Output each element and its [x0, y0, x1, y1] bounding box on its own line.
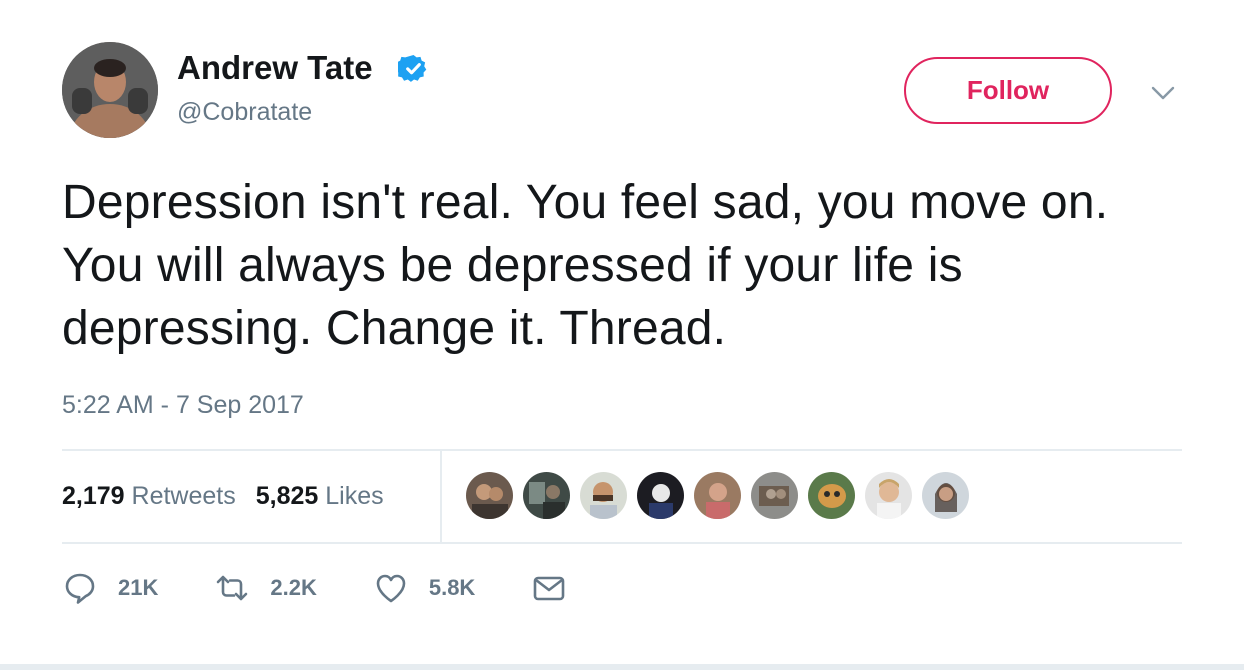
- liker-avatar[interactable]: [580, 472, 627, 519]
- likes-count: 5,825: [255, 481, 319, 510]
- liker-avatars: [466, 472, 979, 520]
- card-bottom-border: [0, 664, 1244, 670]
- liker-avatar[interactable]: [694, 472, 741, 519]
- verified-badge-icon: [398, 54, 427, 82]
- tweet-timestamp[interactable]: 5:22 AM - 7 Sep 2017: [62, 390, 304, 420]
- heart-icon: [376, 574, 406, 603]
- liker-avatar[interactable]: [865, 472, 912, 519]
- retweets-label: Retweets: [131, 481, 236, 510]
- like-count: 5.8K: [428, 575, 476, 600]
- retweet-icon: [217, 575, 248, 601]
- retweet-count: 2.2K: [270, 575, 317, 600]
- retweets-count: 2,179: [62, 481, 125, 510]
- liker-avatar[interactable]: [922, 472, 969, 519]
- message-icon: [534, 576, 565, 601]
- liker-avatar[interactable]: [808, 472, 855, 519]
- follow-button[interactable]: Follow: [904, 57, 1112, 124]
- stats-separator: [440, 450, 442, 542]
- retweet-action[interactable]: 2.2K: [214, 570, 317, 606]
- tweet-text: Depression isn't real. You feel sad, you…: [62, 176, 1109, 355]
- likes-stat[interactable]: 5,825 Likes: [256, 482, 384, 511]
- author-avatar[interactable]: [62, 42, 158, 138]
- direct-message-action[interactable]: [531, 570, 587, 606]
- reply-count: 21K: [118, 575, 159, 600]
- tweet-stats: 2,179 Retweets 5,825 Likes: [62, 450, 404, 542]
- author-display-name[interactable]: Andrew Tate: [177, 48, 373, 88]
- like-action[interactable]: 5.8K: [373, 570, 475, 606]
- tweet-actions: 21K 2.2K 5.8K: [62, 568, 643, 608]
- reply-icon: [65, 573, 95, 604]
- liker-avatar[interactable]: [751, 472, 798, 519]
- liker-avatar[interactable]: [637, 472, 684, 519]
- retweets-stat[interactable]: 2,179 Retweets: [62, 482, 236, 511]
- liker-avatar[interactable]: [466, 472, 513, 519]
- divider: [62, 542, 1182, 544]
- tweet-card: Andrew Tate @Cobratate Follow Depression…: [0, 0, 1244, 670]
- chevron-down-icon[interactable]: [1148, 78, 1178, 108]
- likes-label: Likes: [325, 481, 384, 510]
- author-handle[interactable]: @Cobratate: [177, 97, 312, 127]
- liker-avatar[interactable]: [523, 472, 570, 519]
- reply-action[interactable]: 21K: [62, 570, 158, 606]
